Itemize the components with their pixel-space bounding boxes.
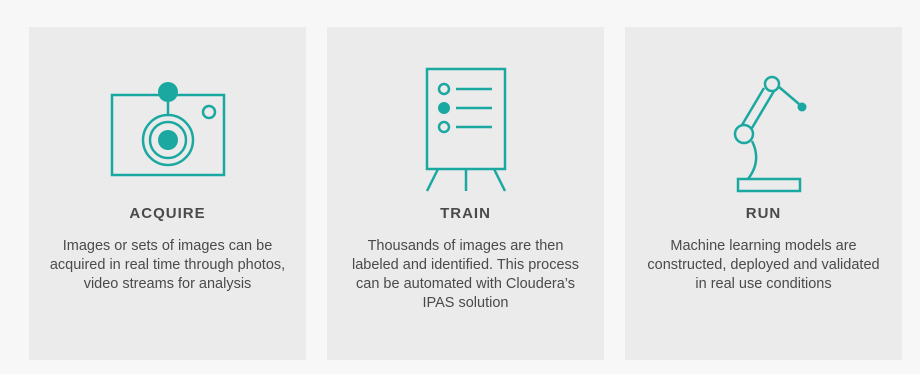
card-run: RUN Machine learning models are construc… (625, 27, 902, 360)
card-train: TRAIN Thousands of images are then label… (327, 27, 604, 360)
robotic-arm-icon (625, 57, 902, 197)
card-description: Images or sets of images can be acquired… (49, 238, 286, 292)
card-title: TRAIN (440, 205, 491, 222)
card-title: ACQUIRE (129, 205, 206, 222)
card-description: Thousands of images are then labeled and… (351, 238, 580, 311)
card-acquire: ACQUIRE Images or sets of images can be … (29, 27, 306, 360)
process-cards: ACQUIRE Images or sets of images can be … (29, 27, 902, 360)
card-description: Machine learning models are constructed,… (647, 238, 880, 292)
card-title: RUN (745, 205, 782, 222)
easel-list-icon (327, 57, 604, 197)
camera-icon (29, 57, 306, 197)
